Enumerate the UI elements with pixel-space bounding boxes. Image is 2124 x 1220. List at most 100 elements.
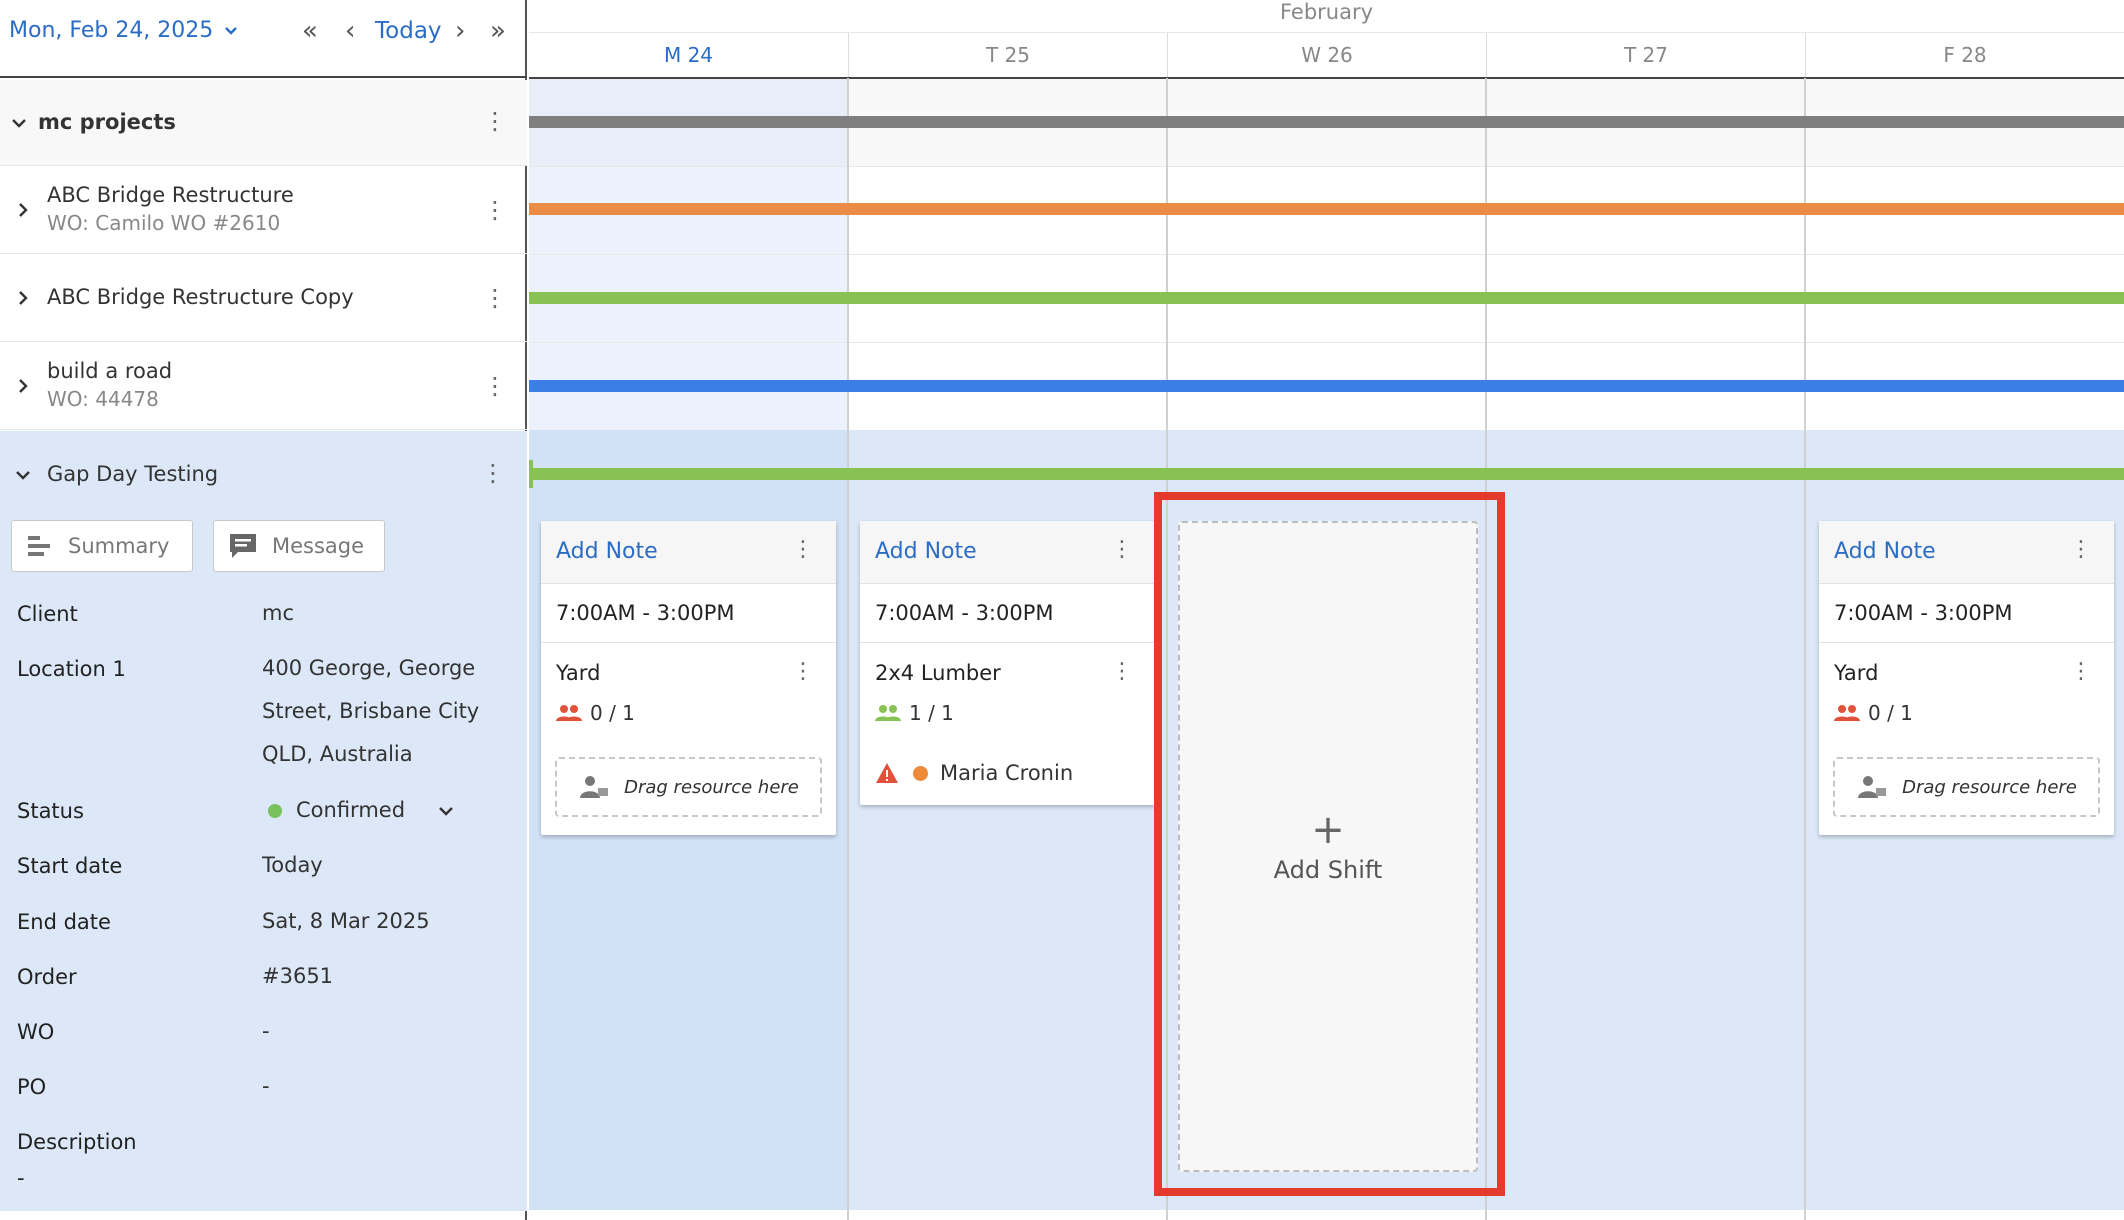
add-note-link[interactable]: Add Note bbox=[875, 539, 977, 564]
day-header-tue[interactable]: T 25 bbox=[848, 33, 1167, 78]
today-button[interactable]: Today bbox=[375, 18, 442, 44]
day-header-thu[interactable]: T 27 bbox=[1486, 33, 1805, 78]
resource-drop-zone[interactable]: Drag resource here bbox=[555, 757, 822, 817]
row-divider bbox=[529, 342, 2124, 343]
project-wo: WO: Camilo WO #2610 bbox=[47, 211, 281, 235]
start-date-label: Start date bbox=[17, 854, 123, 878]
last-page-button[interactable]: » bbox=[490, 16, 506, 46]
wo-label: WO bbox=[17, 1020, 55, 1044]
po-label: PO bbox=[17, 1075, 47, 1099]
drop-zone-label: Drag resource here bbox=[1902, 776, 2077, 798]
prev-page-button[interactable]: ‹ bbox=[345, 16, 355, 46]
people-icon bbox=[1834, 705, 1860, 721]
person-drag-icon bbox=[1858, 776, 1887, 798]
status-select[interactable]: Confirmed bbox=[268, 789, 455, 832]
more-icon[interactable]: ⋮ bbox=[2070, 659, 2092, 684]
chevron-down-icon[interactable] bbox=[10, 114, 28, 132]
assigned-resource[interactable]: Maria Cronin bbox=[875, 761, 1073, 785]
order-label: Order bbox=[17, 965, 77, 989]
assignee-name: Maria Cronin bbox=[940, 761, 1074, 785]
more-icon[interactable]: ⋮ bbox=[792, 537, 814, 562]
shift-card[interactable]: Add Note ⋮ 7:00AM - 3:00PM Yard ⋮ 0 / 1 … bbox=[1819, 521, 2114, 835]
project-abc-bridge-restructure[interactable]: ABC Bridge Restructure WO: Camilo WO #26… bbox=[0, 166, 527, 254]
shift-job: Yard bbox=[1834, 661, 1879, 685]
more-icon[interactable]: ⋮ bbox=[2070, 537, 2092, 562]
more-icon[interactable]: ⋮ bbox=[1111, 659, 1133, 684]
shift-time: 7:00AM - 3:00PM bbox=[875, 601, 1054, 625]
timeline-bar-mc-projects[interactable] bbox=[529, 116, 2124, 128]
end-date-label: End date bbox=[17, 910, 111, 934]
chevron-right-icon[interactable] bbox=[14, 377, 32, 395]
start-date-value: Today bbox=[262, 853, 323, 877]
location-value: 400 George, George Street, Brisbane City… bbox=[262, 647, 479, 776]
summary-icon bbox=[28, 536, 50, 556]
timeline-bar-build-a-road[interactable] bbox=[529, 380, 2124, 392]
location-label: Location 1 bbox=[17, 657, 126, 681]
project-abc-bridge-restructure-copy[interactable]: ABC Bridge Restructure Copy ⋮ bbox=[0, 254, 527, 342]
project-wo: WO: 44478 bbox=[47, 387, 159, 411]
day-header-fri[interactable]: F 28 bbox=[1805, 33, 2124, 78]
message-icon bbox=[230, 534, 256, 558]
warning-icon bbox=[876, 763, 898, 783]
shift-time: 7:00AM - 3:00PM bbox=[1834, 601, 2013, 625]
timeline-bar-abc-bridge-copy[interactable] bbox=[529, 292, 2124, 304]
divider bbox=[860, 642, 1155, 643]
divider bbox=[1819, 642, 2114, 643]
add-shift-label: Add Shift bbox=[1273, 855, 1383, 884]
chevron-right-icon[interactable] bbox=[14, 201, 32, 219]
resource-count: 0 / 1 bbox=[556, 701, 635, 725]
project-title: ABC Bridge Restructure Copy bbox=[47, 285, 354, 309]
status-dot bbox=[268, 803, 282, 818]
shift-card[interactable]: Add Note ⋮ 7:00AM - 3:00PM Yard ⋮ 0 / 1 … bbox=[541, 521, 836, 835]
drop-zone-label: Drag resource here bbox=[624, 776, 799, 798]
month-label: February bbox=[529, 0, 2124, 33]
group-title: mc projects bbox=[38, 110, 176, 134]
plus-icon: + bbox=[1311, 806, 1345, 853]
first-page-button[interactable]: « bbox=[302, 16, 318, 46]
column-divider bbox=[1804, 78, 1806, 1220]
more-icon[interactable]: ⋮ bbox=[483, 196, 507, 224]
project-title: ABC Bridge Restructure bbox=[47, 183, 294, 207]
more-icon[interactable]: ⋮ bbox=[481, 459, 505, 487]
people-icon bbox=[556, 705, 582, 721]
column-divider bbox=[847, 78, 849, 1220]
day-header-wed[interactable]: W 26 bbox=[1167, 33, 1486, 78]
resource-count-text: 0 / 1 bbox=[1868, 701, 1913, 725]
resource-drop-zone[interactable]: Drag resource here bbox=[1833, 757, 2100, 817]
people-icon bbox=[875, 705, 901, 721]
chevron-down-icon bbox=[439, 806, 453, 816]
chevron-right-icon[interactable] bbox=[14, 289, 32, 307]
shift-job: 2x4 Lumber bbox=[875, 661, 1001, 685]
more-icon[interactable]: ⋮ bbox=[792, 659, 814, 684]
add-note-link[interactable]: Add Note bbox=[556, 539, 658, 564]
more-icon[interactable]: ⋮ bbox=[483, 107, 507, 135]
status-value: Confirmed bbox=[296, 798, 406, 822]
summary-label: Summary bbox=[68, 534, 170, 558]
project-title: Gap Day Testing bbox=[47, 462, 219, 486]
client-value: mc bbox=[262, 601, 295, 625]
shift-card[interactable]: Add Note ⋮ 7:00AM - 3:00PM 2x4 Lumber ⋮ … bbox=[860, 521, 1155, 805]
timeline-bar-abc-bridge[interactable] bbox=[529, 203, 2124, 215]
more-icon[interactable]: ⋮ bbox=[483, 372, 507, 400]
summary-button[interactable]: Summary bbox=[11, 520, 193, 572]
more-icon[interactable]: ⋮ bbox=[1111, 537, 1133, 562]
chevron-down-icon[interactable] bbox=[14, 466, 32, 484]
add-note-link[interactable]: Add Note bbox=[1834, 539, 1936, 564]
more-icon[interactable]: ⋮ bbox=[483, 284, 507, 312]
message-button[interactable]: Message bbox=[213, 520, 385, 572]
date-toolbar: Mon, Feb 24, 2025 « ‹ Today › » bbox=[0, 0, 527, 78]
shift-job: Yard bbox=[556, 661, 601, 685]
day-header-mon[interactable]: M 24 bbox=[529, 33, 848, 78]
date-selector[interactable]: Mon, Feb 24, 2025 bbox=[9, 18, 239, 43]
resource-status-dot bbox=[913, 765, 928, 781]
project-title: build a road bbox=[47, 359, 173, 383]
wo-value: - bbox=[262, 1019, 270, 1043]
group-mc-projects[interactable]: mc projects ⋮ bbox=[0, 80, 527, 166]
timeline-bar-gap-day-testing[interactable] bbox=[529, 468, 2124, 480]
bar-start-marker bbox=[529, 460, 533, 488]
location-line: Street, Brisbane City bbox=[262, 699, 480, 723]
add-shift-button[interactable]: + Add Shift bbox=[1178, 521, 1478, 1172]
next-page-button[interactable]: › bbox=[455, 16, 465, 46]
shift-time: 7:00AM - 3:00PM bbox=[556, 601, 735, 625]
project-build-a-road[interactable]: build a road WO: 44478 ⋮ bbox=[0, 342, 527, 430]
